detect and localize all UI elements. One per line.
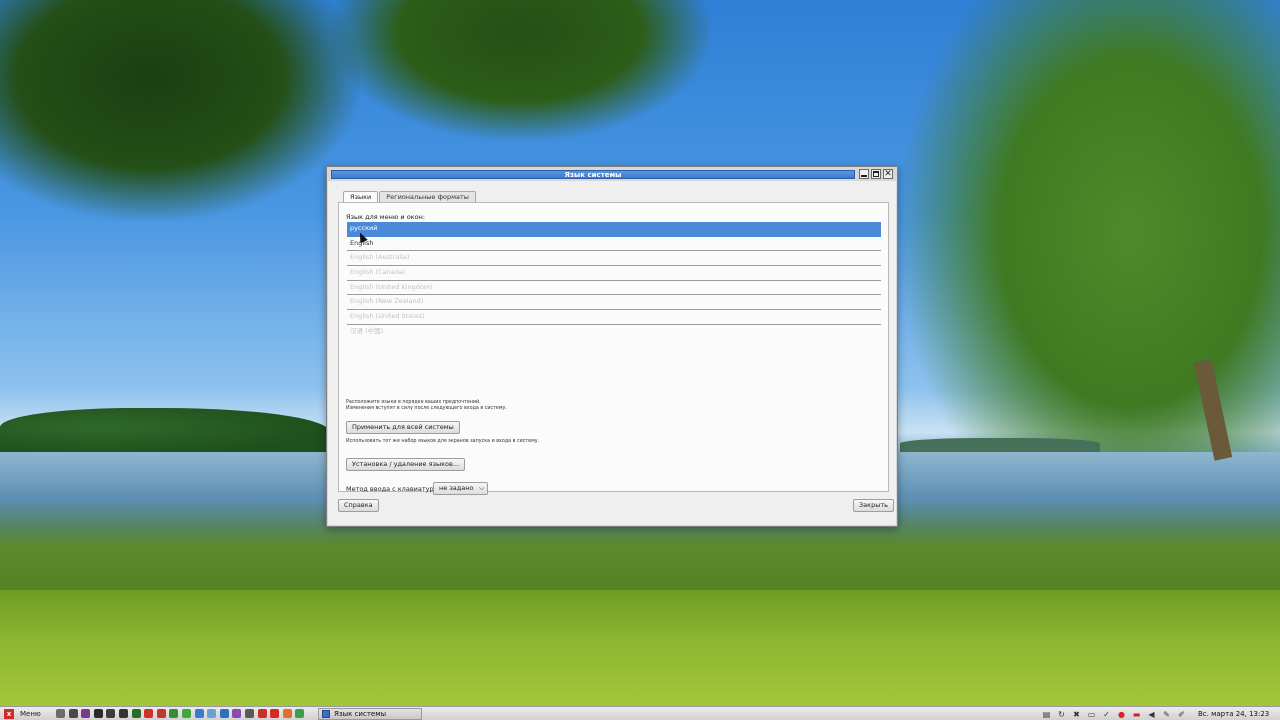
wallpaper-grass [0,590,1280,706]
chevron-down-icon: ⌵ [479,484,485,492]
language-item[interactable]: English (United States) [347,310,881,325]
apply-hint: Использовать тот же набор языков для экр… [346,439,540,444]
language-item[interactable]: English (Canada) [347,266,881,281]
window-titlebar[interactable]: Язык системы [331,170,855,179]
app-a-icon[interactable] [56,709,65,718]
app-d-icon[interactable] [106,709,116,718]
language-item[interactable]: 汉语 (中国) [347,325,881,340]
app-i-icon[interactable] [169,709,179,718]
chrome-icon[interactable] [295,709,305,718]
window-list-icon[interactable]: ▤ [1042,710,1051,719]
keyboard-input-select[interactable]: не задано ⌵ [433,482,489,495]
app-f-icon[interactable] [131,709,141,718]
app-p-icon[interactable] [257,709,267,718]
quick-launch-bar [56,709,308,719]
wallpaper-forest-far [900,438,1100,452]
close-icon: ✕ [884,169,892,179]
wallpaper-tree-top [330,0,710,140]
pen2-icon[interactable]: ✐ [1177,710,1186,719]
language-item[interactable]: English (New Zealand) [347,295,881,311]
languages-panel: Язык для меню и окон: русский English En… [338,202,889,495]
taskbar: x Меню Язык системы ▤ ↻ ✖ ▭ ✓ ● ▬ ◀ ✎ ✐ Вс. марта… [0,706,1280,720]
app-k-icon[interactable] [194,709,204,718]
language-item[interactable]: English (Australia) [347,251,881,267]
opera-icon[interactable] [270,709,280,718]
app-l-icon[interactable] [207,709,217,718]
app-b-icon[interactable] [68,709,78,718]
keyboard-input-label: Метод ввода с клавиатуры: [346,485,441,493]
window-app-icon [322,710,330,718]
app-n-icon[interactable] [232,709,242,718]
window-content: Языки Региональные форматы Язык для меню… [328,181,896,525]
app-j-icon[interactable] [181,709,191,718]
minimize-icon [861,175,867,177]
wallpaper-tree-left [0,0,360,220]
start-menu-button[interactable]: x Меню [2,708,44,720]
minimize-button[interactable] [859,169,869,179]
volume-icon[interactable]: ◀ [1147,710,1156,719]
app-e-icon[interactable] [118,709,128,718]
taskbar-window-button[interactable]: Язык системы [318,708,422,720]
language-item[interactable]: English (United Kingdom) [347,281,881,296]
app-q-icon[interactable] [282,709,292,718]
maximize-button[interactable] [871,169,881,179]
language-list[interactable]: русский English English (Australia) Engl… [347,222,881,340]
app-m-icon[interactable] [219,709,229,718]
wallpaper-forest [0,408,330,456]
display-icon[interactable]: ▭ [1087,710,1096,719]
system-tray: ▤ ↻ ✖ ▭ ✓ ● ▬ ◀ ✎ ✐ [1042,709,1192,719]
apply-system-wide-button[interactable]: Применить для всей системы [346,421,460,434]
close-button[interactable]: Закрыть [853,499,894,512]
tools-icon[interactable]: ✖ [1072,710,1081,719]
install-remove-languages-button[interactable]: Установка / удаление языков... [346,458,466,471]
app-h-icon[interactable] [156,709,166,718]
restart-hint: Изменения вступят в силу после следующег… [346,406,507,411]
clock[interactable]: Вс. марта 24, 13:23 [1198,708,1269,720]
app-g-icon[interactable] [144,709,154,718]
app-c-icon[interactable] [81,709,91,718]
app-o-icon[interactable] [244,709,254,718]
taskbar-window-label: Язык системы [334,710,387,718]
maximize-icon [873,171,879,177]
flag-ru-icon[interactable]: ▬ [1132,710,1141,719]
start-menu-label: Меню [20,710,41,718]
keyboard-input-value: не задано [439,484,474,492]
window-title: Язык системы [564,171,622,179]
language-item[interactable]: English [347,237,881,252]
terminal-icon[interactable] [93,709,103,718]
languages-label: Язык для меню и окон: [346,213,426,221]
app-red-icon[interactable]: ● [1117,710,1126,719]
language-item[interactable]: русский [347,222,881,237]
refresh-icon[interactable]: ↻ [1057,710,1066,719]
pen-icon[interactable]: ✎ [1162,710,1171,719]
shield-icon[interactable]: ✓ [1102,710,1111,719]
close-window-button[interactable]: ✕ [883,169,893,179]
language-settings-window: Язык системы ✕ Языки Региональные формат… [326,166,898,527]
menu-logo-icon: x [4,709,14,719]
help-button[interactable]: Справка [338,499,379,512]
